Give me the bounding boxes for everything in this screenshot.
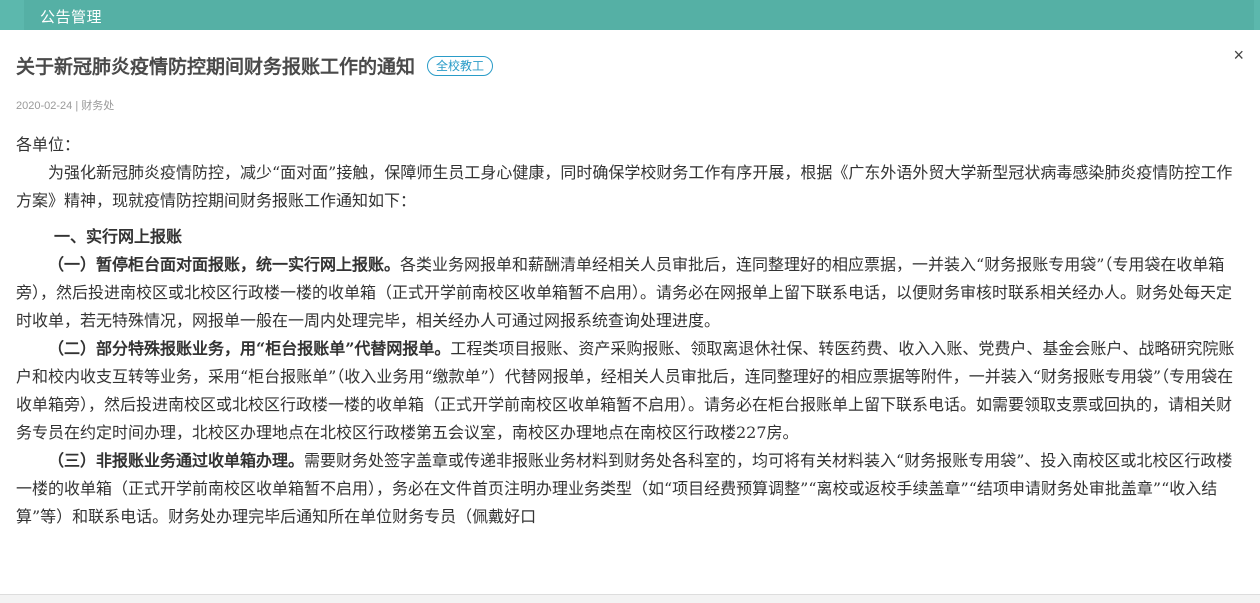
meta-separator: | <box>75 100 79 112</box>
audience-badge: 全校教工 <box>427 55 494 76</box>
title-bar: 公告管理 <box>0 0 1260 30</box>
notice-headline: 关于新冠肺炎疫情防控期间财务报账工作的通知 全校教工 <box>16 52 494 79</box>
notice-body: 各单位： 为强化新冠肺炎疫情防控，减少“面对面”接触，保障师生员工身心健康，同时… <box>16 131 1246 531</box>
section-heading: 一、实行网上报账 <box>54 227 183 246</box>
paragraph-1: （一）暂停柜台面对面报账，统一实行网上报账。各类业务网报单和薪酬清单经相关人员审… <box>16 251 1246 335</box>
notice-meta: 2020-02-24 | 财务处 <box>16 97 114 113</box>
notice-date: 2020-02-24 <box>16 100 73 112</box>
paragraph-3-lead: （三）非报账业务通过收单箱办理。 <box>48 451 305 470</box>
paragraph-2: （二）部分特殊报账业务，用“柜台报账单”代替网报单。工程类项目报账、资产采购报账… <box>16 335 1246 447</box>
notice-department: 财务处 <box>81 100 115 112</box>
paragraph-1-lead: （一）暂停柜台面对面报账，统一实行网上报账。 <box>48 255 401 274</box>
close-icon[interactable]: × <box>1233 46 1244 64</box>
window-title: 公告管理 <box>40 9 103 26</box>
paragraph-3: （三）非报账业务通过收单箱办理。需要财务处签字盖章或传递非报账业务材料到财务处各… <box>16 447 1246 531</box>
paragraph-2-lead: （二）部分特殊报账业务，用“柜台报账单”代替网报单。 <box>48 339 451 358</box>
title-bar-inner: 公告管理 <box>24 0 1254 30</box>
notice-title: 关于新冠肺炎疫情防控期间财务报账工作的通知 <box>16 57 416 78</box>
intro-paragraph: 为强化新冠肺炎疫情防控，减少“面对面”接触，保障师生员工身心健康，同时确保学校财… <box>16 163 1233 210</box>
salutation: 各单位： <box>16 135 81 154</box>
